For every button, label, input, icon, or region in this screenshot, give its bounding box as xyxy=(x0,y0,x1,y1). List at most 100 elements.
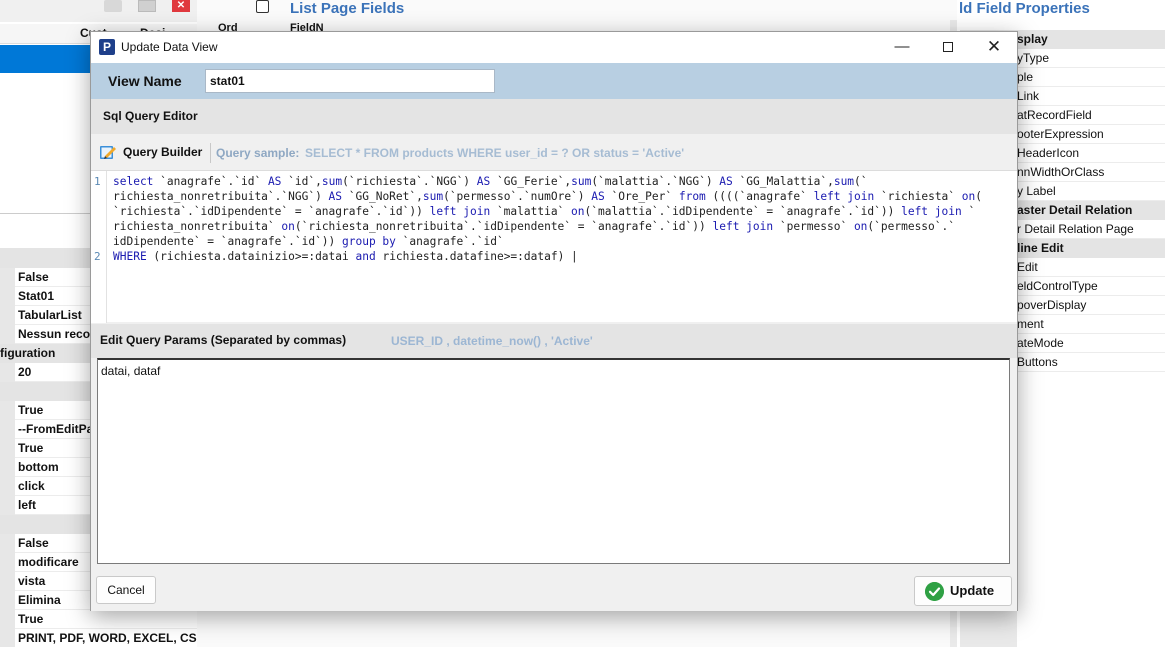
sql-token: richiesta_nonretribuita`.`NGG`) xyxy=(113,190,329,203)
property-row[interactable]: nnWidthOrClass xyxy=(1017,163,1165,182)
line-number: 1 xyxy=(94,175,101,188)
code-line[interactable]: select `anagrafe`.`id` AS `id`,sum(`rich… xyxy=(113,174,1013,189)
query-params-textarea[interactable]: datai, dataf xyxy=(97,358,1010,564)
sql-token: richiesta_nonretribuita` xyxy=(113,220,282,233)
property-row[interactable]: yType xyxy=(1017,49,1165,68)
sql-token: `richiesta` xyxy=(874,190,962,203)
sql-token: `GG_Ferie`, xyxy=(490,175,572,188)
sql-token: richiesta.datafine>=:dataf) | xyxy=(375,250,578,263)
list-page-fields-title: List Page Fields xyxy=(290,0,405,17)
query-builder-bar: Query Builder Query sample: SELECT * FRO… xyxy=(91,134,1017,170)
dialog-footer: Cancel Update xyxy=(91,565,1017,611)
sql-keyword: AS xyxy=(328,190,343,203)
close-button[interactable]: ✕ xyxy=(971,32,1017,63)
sql-keyword: AS xyxy=(591,190,605,203)
sql-keyword: left join xyxy=(901,205,962,218)
line-number-gutter: 1 2 xyxy=(91,171,107,323)
code-line[interactable]: `richiesta`.`idDipendente` = `anagrafe`.… xyxy=(113,204,1013,219)
sql-token: (richiesta.datainizio>=:datai xyxy=(146,250,356,263)
sql-token: `anagrafe`.`id` xyxy=(160,175,268,188)
sql-token: ((((`anagrafe` xyxy=(705,190,814,203)
update-label: Update xyxy=(950,583,995,598)
sql-keyword: and xyxy=(355,250,376,263)
property-row[interactable]: Buttons xyxy=(1017,353,1165,372)
sql-token: idDipendente` = `anagrafe`.`id`)) xyxy=(113,235,343,248)
property-row[interactable]: ple xyxy=(1017,68,1165,87)
maximize-icon xyxy=(943,42,953,53)
sql-keyword: on xyxy=(281,220,295,233)
sql-editor-header: Sql Query Editor xyxy=(91,99,1017,134)
sql-token: `permesso` xyxy=(773,220,854,233)
query-sample-text: SELECT * FROM products WHERE user_id = ?… xyxy=(305,146,685,160)
sql-keyword: sum xyxy=(833,175,855,188)
edit-pencil-icon[interactable] xyxy=(99,143,117,161)
sql-token: (`permesso`.`numOre`) xyxy=(443,190,592,203)
sql-code-text[interactable]: select `anagrafe`.`id` AS `id`,sum(`rich… xyxy=(113,174,1013,264)
delete-icon[interactable]: ✕ xyxy=(172,0,190,12)
property-row[interactable]: Link xyxy=(1017,87,1165,106)
app-logo-icon: P xyxy=(99,39,115,55)
check-circle-icon xyxy=(925,582,944,601)
property-row[interactable]: True xyxy=(0,610,197,629)
query-builder-button[interactable]: Query Builder xyxy=(123,145,202,159)
maximize-button[interactable] xyxy=(925,32,971,63)
title-bar[interactable]: P Update Data View — ✕ xyxy=(91,32,1017,63)
params-header: Edit Query Params (Separated by commas) … xyxy=(91,324,1017,358)
property-row[interactable]: y Label xyxy=(1017,182,1165,201)
minimize-button[interactable]: — xyxy=(879,32,925,63)
sql-token: ` xyxy=(961,205,976,218)
sql-keyword: on xyxy=(571,205,585,218)
sql-keyword: from xyxy=(678,190,706,203)
property-row[interactable]: r Detail Relation Page xyxy=(1017,220,1165,239)
update-data-view-dialog: P Update Data View — ✕ View Name Sql Que… xyxy=(90,31,1018,611)
sql-token: `malattia` xyxy=(490,205,572,218)
sql-token: (` xyxy=(854,175,868,188)
sql-token: `GG_Malattia`, xyxy=(732,175,834,188)
property-row[interactable]: eldControlType xyxy=(1017,277,1165,296)
update-button[interactable]: Update xyxy=(914,576,1012,606)
sql-keyword: sum xyxy=(422,190,444,203)
sql-keyword: group by xyxy=(342,235,396,248)
select-all-checkbox[interactable] xyxy=(256,0,269,13)
sql-token: `GG_NoRet`, xyxy=(342,190,423,203)
sql-keyword: AS xyxy=(476,175,491,188)
code-line[interactable]: WHERE (richiesta.datainizio>=:datai and … xyxy=(113,249,1013,264)
property-row[interactable]: ment xyxy=(1017,315,1165,334)
sql-keyword: on xyxy=(961,190,976,203)
query-sample-label: Query sample: xyxy=(216,146,300,160)
property-row[interactable]: poverDisplay xyxy=(1017,296,1165,315)
sql-token: ( xyxy=(975,190,982,203)
code-line[interactable]: idDipendente` = `anagrafe`.`id`)) group … xyxy=(113,234,1013,249)
line-number: 2 xyxy=(94,250,101,263)
view-name-bar: View Name xyxy=(91,63,1017,99)
sql-keyword: on xyxy=(853,220,868,233)
sql-token: (`permesso`.` xyxy=(867,220,955,233)
property-row[interactable]: HeaderIcon xyxy=(1017,144,1165,163)
add-icon[interactable] xyxy=(104,0,122,12)
property-row[interactable]: atRecordField xyxy=(1017,106,1165,125)
cancel-button[interactable]: Cancel xyxy=(96,576,156,604)
sql-token: (`richiesta`.`NGG`) xyxy=(342,175,477,188)
sql-keyword: left join xyxy=(429,205,491,218)
code-line[interactable]: richiesta_nonretribuita` on(`richiesta_n… xyxy=(113,219,1013,234)
property-row[interactable]: ooterExpression xyxy=(1017,125,1165,144)
property-row[interactable]: ateMode xyxy=(1017,334,1165,353)
code-line[interactable]: richiesta_nonretribuita`.`NGG`) AS `GG_N… xyxy=(113,189,1013,204)
params-label: Edit Query Params (Separated by commas) xyxy=(100,333,347,347)
property-row[interactable]: Edit xyxy=(1017,258,1165,277)
sql-token: `anagrafe`.`id` xyxy=(395,235,504,248)
left-toolbar: ✕ xyxy=(0,0,197,22)
params-sample: USER_ID , datetime_now() , 'Active' xyxy=(391,334,593,348)
sql-editor-label: Sql Query Editor xyxy=(103,109,198,123)
sql-token: (`richiesta_nonretribuita`.`idDipendente… xyxy=(294,220,713,233)
dialog-title: Update Data View xyxy=(121,40,218,54)
view-name-label: View Name xyxy=(108,73,182,89)
sql-keyword: sum xyxy=(571,175,592,188)
sql-code-editor[interactable]: 1 2 select `anagrafe`.`id` AS `id`,sum(`… xyxy=(91,170,1017,323)
sql-token: (`malattia`.`NGG`) xyxy=(591,175,720,188)
document-icon[interactable] xyxy=(138,0,156,12)
sql-keyword: sum xyxy=(321,175,343,188)
property-row[interactable]: PRINT, PDF, WORD, EXCEL, CS xyxy=(0,629,197,647)
sql-keyword: AS xyxy=(267,175,282,188)
view-name-input[interactable] xyxy=(205,69,495,93)
